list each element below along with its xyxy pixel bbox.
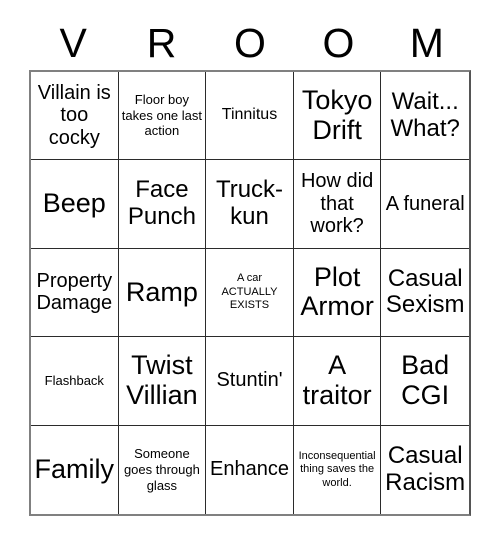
bingo-grid: Villain is too cocky Floor boy takes one… [29,70,471,516]
header-letter-1: R [146,19,177,66]
bingo-cell[interactable]: Property Damage [31,248,119,338]
header-letter-3: O [322,19,355,66]
bingo-cell[interactable]: Casual Sexism [381,248,469,338]
bingo-cell[interactable]: Floor boy takes one last action [118,72,207,161]
bingo-cell-label: Beep [42,188,106,219]
bingo-cell-label: Tinnitus [221,106,278,124]
bingo-cell-label: A traitor [302,350,372,410]
bingo-cell[interactable]: A traitor [293,337,382,426]
bingo-cell-label: A car ACTUALLY EXISTS [221,272,278,312]
bingo-cell-label: A funeral [385,192,465,215]
bingo-cell[interactable]: Family [31,425,119,514]
bingo-cell[interactable]: Truck-kun [206,160,294,249]
bingo-cell-label: Wait... What? [390,87,460,142]
bingo-cell-label: Truck-kun [215,176,284,231]
bingo-cell[interactable]: Stuntin' [206,337,294,426]
bingo-cell[interactable]: Tinnitus [206,72,294,161]
bingo-cell-label: Flashback [44,373,104,389]
bingo-header-letters: V R O O M [29,16,471,70]
bingo-cell-label: Family [34,453,115,484]
header-letter-2: O [234,19,266,66]
bingo-cell[interactable]: Face Punch [118,160,207,249]
bingo-cell[interactable]: Tokyo Drift [293,72,382,161]
bingo-cell-label: Villain is too cocky [37,81,111,150]
bingo-cell[interactable]: Flashback [31,337,119,426]
bingo-cell-label: Bad CGI [401,350,450,410]
bingo-card: V R O O M Villain is too cocky Floor boy… [0,0,500,544]
bingo-cell-label: Stuntin' [216,369,283,392]
bingo-cell[interactable]: Casual Racism [381,425,469,514]
bingo-cell-label: Someone goes through glass [123,446,200,493]
bingo-cell-label: Enhance [210,458,289,481]
bingo-cell[interactable]: Bad CGI [381,337,469,426]
header-letter-4: M [409,19,444,66]
bingo-cell[interactable]: Villain is too cocky [31,72,119,161]
bingo-cell[interactable]: Enhance [206,425,294,514]
bingo-cell-label: Casual Sexism [385,264,465,319]
header-letter-0: V [59,19,87,66]
bingo-cell[interactable]: A car ACTUALLY EXISTS [206,248,294,338]
bingo-cell-label: Ramp [125,276,198,307]
bingo-cell-label: Plot Armor [300,261,374,322]
bingo-cell[interactable]: Beep [31,160,119,249]
bingo-cell[interactable]: Inconsequential thing saves the world. [293,425,382,514]
bingo-cell[interactable]: Wait... What? [381,72,469,161]
bingo-cell-label: Casual Racism [385,441,466,496]
bingo-cell-label: Property Damage [36,269,113,315]
bingo-cell-label: How did that work? [300,169,374,238]
bingo-cell-label: Tokyo Drift [301,85,373,145]
bingo-cell[interactable]: A funeral [381,160,469,249]
bingo-cell[interactable]: Someone goes through glass [118,425,207,514]
bingo-cell[interactable]: Twist Villian [118,337,207,426]
bingo-cell-label: Face Punch [127,176,196,231]
bingo-cell-label: Twist Villian [126,350,198,410]
bingo-cell[interactable]: How did that work? [293,160,382,249]
bingo-cell[interactable]: Plot Armor [293,248,382,338]
bingo-cell[interactable]: Ramp [118,248,207,338]
bingo-cell-label: Inconsequential thing saves the world. [298,449,376,489]
bingo-cell-label: Floor boy takes one last action [121,92,202,139]
